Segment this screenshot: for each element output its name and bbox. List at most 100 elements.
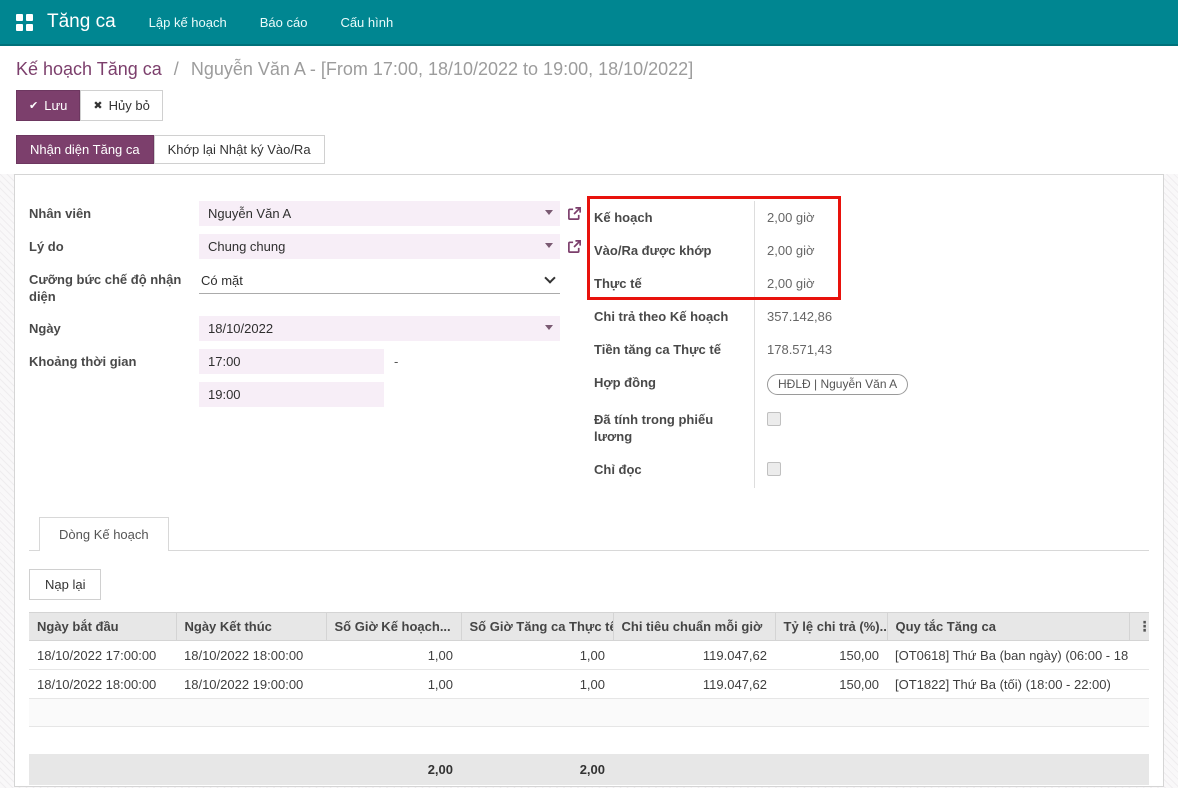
recognition-mode-label: Cưỡng bức chế độ nhận diện	[29, 267, 199, 305]
notebook: Dòng Kế hoạch Nạp lại Ngày bắt đầu Ngày …	[29, 516, 1149, 785]
field-row-actual-pay: Tiền tăng ca Thực tế 178.571,43	[594, 333, 1149, 366]
field-row-time-range-end: 19:00	[29, 382, 594, 407]
planned-pay-value: 357.142,86	[754, 300, 1149, 333]
cell-actual-hours[interactable]: 1,00	[461, 670, 613, 699]
date-value: 18/10/2022	[208, 321, 273, 336]
field-row-employee: Nhân viên Nguyễn Văn A	[29, 201, 594, 226]
chevron-down-icon[interactable]	[545, 210, 553, 215]
external-link-icon[interactable]	[567, 239, 582, 254]
time-from-input[interactable]: 17:00	[199, 349, 384, 374]
time-to-input[interactable]: 19:00	[199, 382, 384, 407]
field-row-planned-hours: Kế hoạch 2,00 giờ	[594, 201, 1149, 234]
reload-button[interactable]: Nạp lại	[29, 569, 101, 600]
cell-pay-rate[interactable]: 150,00	[775, 641, 887, 670]
payslip-paid-checkbox[interactable]	[767, 412, 781, 426]
payslip-paid-label: Đã tính trong phiếu lương	[594, 403, 754, 453]
cell-end-date[interactable]: 18/10/2022 18:00:00	[176, 641, 326, 670]
actual-pay-label: Tiền tăng ca Thực tế	[594, 333, 754, 366]
time-range-label: Khoảng thời gian	[29, 349, 199, 374]
discard-button[interactable]: ✖ Hủy bỏ	[80, 90, 162, 121]
apps-menu-icon-square	[16, 14, 23, 21]
date-label: Ngày	[29, 316, 199, 341]
matched-hours-value: 2,00 giờ	[754, 234, 1149, 267]
nav-item-config[interactable]: Cấu hình	[340, 15, 393, 30]
table-footer-row: 2,00 2,00	[29, 754, 1149, 785]
col-header-start-date[interactable]: Ngày bắt đầu	[29, 613, 176, 641]
cell-overtime-rule[interactable]: [OT1822] Thứ Ba (tối) (18:00 - 22:00)	[887, 670, 1129, 699]
apps-menu-icon[interactable]	[16, 14, 33, 31]
cell-standard-cost[interactable]: 119.047,62	[613, 670, 775, 699]
breadcrumb-parent-link[interactable]: Kế hoạch Tăng ca	[16, 59, 162, 79]
planned-hours-label: Kế hoạch	[594, 201, 754, 234]
date-input[interactable]: 18/10/2022	[199, 316, 560, 341]
cell-start-date[interactable]: 18/10/2022 17:00:00	[29, 641, 176, 670]
breadcrumb-current: Nguyễn Văn A - [From 17:00, 18/10/2022 t…	[191, 59, 693, 79]
cell-start-date[interactable]: 18/10/2022 18:00:00	[29, 670, 176, 699]
field-row-recognition-mode: Cưỡng bức chế độ nhận diện Có mặt	[29, 267, 594, 305]
apps-menu-icon-square	[26, 14, 33, 21]
cell-planned-hours[interactable]: 1,00	[326, 670, 461, 699]
planned-hours-value: 2,00 giờ	[754, 201, 1149, 234]
actual-hours-value: 2,00 giờ	[754, 267, 1149, 300]
readonly-label: Chỉ đọc	[594, 453, 754, 488]
col-header-overtime-rule[interactable]: Quy tắc Tăng ca	[887, 613, 1129, 641]
rematch-attendance-button[interactable]: Khớp lại Nhật ký Vào/Ra	[154, 135, 325, 164]
contract-tag[interactable]: HĐLĐ | Nguyễn Văn A	[767, 374, 908, 395]
readonly-checkbox[interactable]	[767, 462, 781, 476]
time-from-value: 17:00	[208, 354, 241, 369]
cell-planned-hours[interactable]: 1,00	[326, 641, 461, 670]
top-navbar: Tăng ca Lập kế hoạch Báo cáo Cấu hình	[0, 0, 1178, 46]
action-buttons: ✔ Lưu ✖ Hủy bỏ	[16, 90, 1162, 121]
chevron-down-icon[interactable]	[545, 243, 553, 248]
field-row-payslip-paid: Đã tính trong phiếu lương	[594, 403, 1149, 453]
app-title[interactable]: Tăng ca	[47, 11, 116, 33]
cell-actual-hours[interactable]: 1,00	[461, 641, 613, 670]
reason-input[interactable]: Chung chung	[199, 234, 560, 259]
col-header-standard-cost[interactable]: Chi tiêu chuẩn mỗi giờ	[613, 613, 775, 641]
field-row-readonly: Chỉ đọc	[594, 453, 1149, 488]
reason-value: Chung chung	[208, 239, 285, 254]
table-row[interactable]: 18/10/2022 17:00:00 18/10/2022 18:00:00 …	[29, 641, 1149, 670]
cell-end-date[interactable]: 18/10/2022 19:00:00	[176, 670, 326, 699]
apps-menu-icon-square	[26, 24, 33, 31]
cell-pay-rate[interactable]: 150,00	[775, 670, 887, 699]
col-header-end-date[interactable]: Ngày Kết thúc	[176, 613, 326, 641]
recognition-mode-value: Có mặt	[201, 273, 243, 288]
employee-input[interactable]: Nguyễn Văn A	[199, 201, 560, 226]
recognize-overtime-button[interactable]: Nhận diện Tăng ca	[16, 135, 154, 164]
range-separator: -	[394, 354, 398, 369]
chevron-down-icon[interactable]	[545, 325, 553, 330]
breadcrumb: Kế hoạch Tăng ca / Nguyễn Văn A - [From …	[16, 56, 1162, 82]
form-left-column: Nhân viên Nguyễn Văn A Lý do	[29, 201, 594, 488]
actual-hours-label: Thực tế	[594, 267, 754, 300]
discard-button-label: Hủy bỏ	[109, 98, 150, 113]
cell-overtime-rule[interactable]: [OT0618] Thứ Ba (ban ngày) (06:00 - 18:.…	[887, 641, 1129, 670]
field-row-contract: Hợp đồng HĐLĐ | Nguyễn Văn A	[594, 366, 1149, 403]
empty-table-row[interactable]	[29, 699, 1149, 727]
planned-hours-total: 2,00	[326, 754, 461, 785]
col-header-pay-rate[interactable]: Tỷ lệ chi trả (%)...	[775, 613, 887, 641]
form-sheet: Nhân viên Nguyễn Văn A Lý do	[14, 174, 1164, 787]
nav-item-reports[interactable]: Báo cáo	[260, 15, 308, 30]
cell-standard-cost[interactable]: 119.047,62	[613, 641, 775, 670]
time-to-value: 19:00	[208, 387, 241, 402]
col-header-planned-hours[interactable]: Số Giờ Kế hoạch...	[326, 613, 461, 641]
external-link-icon[interactable]	[567, 206, 582, 221]
save-button-label: Lưu	[44, 98, 67, 113]
save-button[interactable]: ✔ Lưu	[16, 90, 80, 121]
nav-item-planning[interactable]: Lập kế hoạch	[149, 15, 227, 30]
optional-columns-icon[interactable]: ⋮	[1129, 613, 1149, 641]
table-row[interactable]: 18/10/2022 18:00:00 18/10/2022 19:00:00 …	[29, 670, 1149, 699]
tab-strip: Dòng Kế hoạch	[29, 516, 1149, 551]
table-spacer-row	[29, 727, 1149, 754]
planned-pay-label: Chi trả theo Kế hoạch	[594, 300, 754, 333]
matched-hours-label: Vào/Ra được khớp	[594, 234, 754, 267]
actual-pay-value: 178.571,43	[754, 333, 1149, 366]
table-header-row: Ngày bắt đầu Ngày Kết thúc Số Giờ Kế hoạ…	[29, 613, 1149, 641]
tab-plan-lines[interactable]: Dòng Kế hoạch	[39, 517, 169, 551]
recognition-mode-select[interactable]: Có mặt	[199, 267, 560, 294]
col-header-actual-hours[interactable]: Số Giờ Tăng ca Thực tế	[461, 613, 613, 641]
plan-lines-table: Ngày bắt đầu Ngày Kết thúc Số Giờ Kế hoạ…	[29, 612, 1149, 785]
contract-label: Hợp đồng	[594, 366, 754, 403]
statusbar: Nhận diện Tăng ca Khớp lại Nhật ký Vào/R…	[16, 135, 1162, 164]
